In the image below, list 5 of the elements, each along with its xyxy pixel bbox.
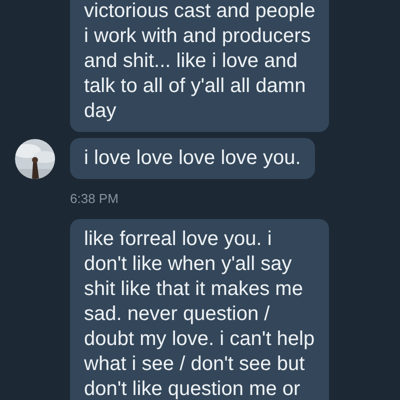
message-bubble: victorious cast and people i work with and producers and shit... like i love and talk to all of y'all all damn day — [70, 0, 330, 132]
message-bubble: like forreal love you. i don't like when y'all say shit like that it makes me sad. never question / doubt my love. i can't help what i see / don't see but don't like question me or — [70, 219, 329, 400]
avatar[interactable] — [15, 139, 55, 179]
message-bubble: i love love love love you. — [70, 138, 315, 179]
timestamp: 6:38 PM — [70, 191, 118, 206]
